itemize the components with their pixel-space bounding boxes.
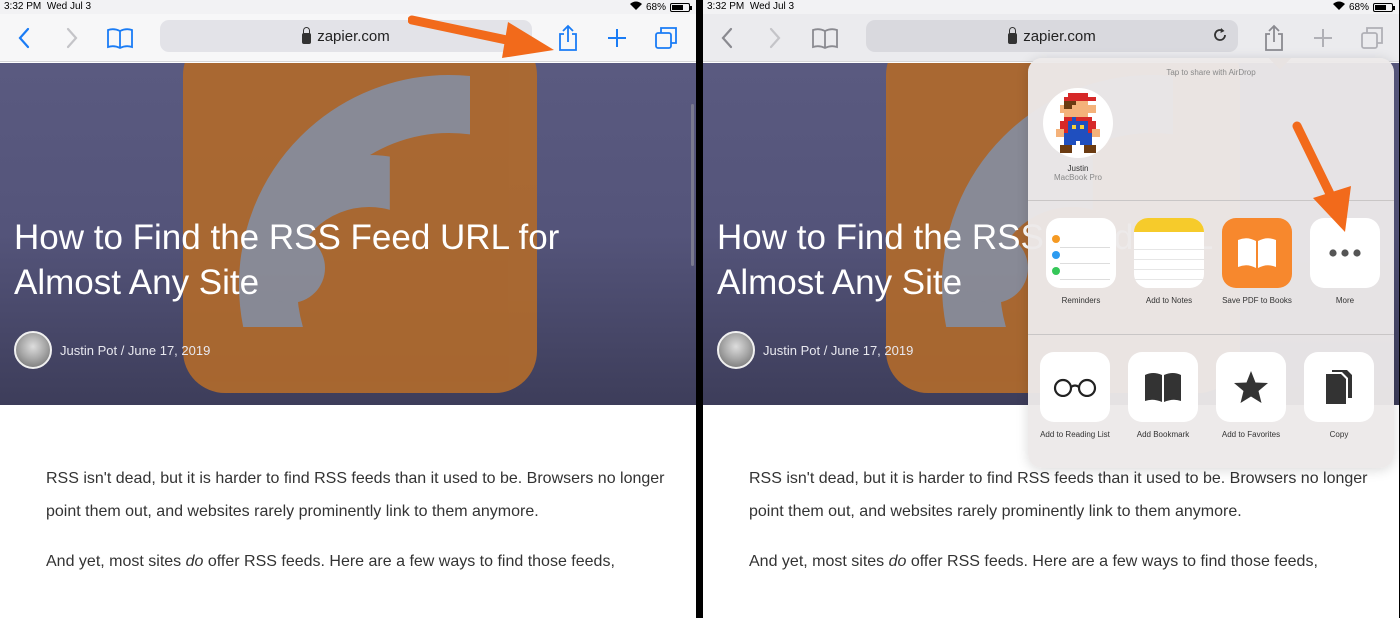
airdrop-hint: Tap to share with AirDrop xyxy=(1166,68,1256,77)
article-body: RSS isn't dead, but it is harder to find… xyxy=(749,462,1379,578)
reminders-icon xyxy=(1046,218,1116,288)
safari-window-right: 3:32 PM Wed Jul 3 68% zapier.com How to … xyxy=(703,0,1399,618)
article-hero: How to Find the RSS Feed URL for Almost … xyxy=(0,63,696,405)
article-title: How to Find the RSS Feed URL for Almost … xyxy=(14,218,560,302)
avatar xyxy=(14,331,52,369)
tabs-icon[interactable] xyxy=(652,24,680,52)
back-icon[interactable] xyxy=(10,24,38,52)
new-tab-icon[interactable] xyxy=(603,24,631,52)
contact-name: Justin xyxy=(1067,164,1089,173)
battery-percent: 68% xyxy=(645,1,666,13)
reload-icon[interactable] xyxy=(1212,27,1228,47)
bookmarks-icon[interactable] xyxy=(106,24,134,52)
browser-toolbar: zapier.com xyxy=(0,14,696,62)
wifi-icon xyxy=(1332,1,1345,13)
paragraph: RSS isn't dead, but it is harder to find… xyxy=(46,470,665,520)
lock-icon xyxy=(1008,26,1018,44)
books-icon xyxy=(1222,218,1292,288)
paragraph: And yet, most sites do offer RSS feeds. … xyxy=(46,553,615,570)
battery-percent: 68% xyxy=(1348,1,1369,13)
contact-device: MacBook Pro xyxy=(1053,173,1103,182)
annotation-arrow xyxy=(408,15,554,58)
scrollbar[interactable] xyxy=(691,104,694,266)
status-time: 3:32 PM Wed Jul 3 xyxy=(4,1,92,12)
share-copy[interactable]: Copy xyxy=(1302,352,1376,440)
contact-avatar xyxy=(1043,88,1113,158)
browser-toolbar: zapier.com xyxy=(703,14,1399,62)
share-notes[interactable]: Add to Notes xyxy=(1132,218,1206,306)
annotation-arrow xyxy=(1292,121,1351,232)
forward-icon[interactable] xyxy=(58,24,86,52)
url-text: zapier.com xyxy=(1023,27,1096,45)
status-time: 3:32 PM Wed Jul 3 xyxy=(707,1,795,12)
share-books[interactable]: Save PDF to Books xyxy=(1220,218,1294,306)
byline: Justin Pot / June 17, 2019 xyxy=(717,331,913,369)
battery-icon xyxy=(670,2,692,12)
safari-window-left: 3:32 PM Wed Jul 3 68% zapier.com How to … xyxy=(0,0,696,618)
share-icon[interactable] xyxy=(554,24,582,52)
byline-text[interactable]: Justin Pot / June 17, 2019 xyxy=(763,343,913,358)
share-add-bookmark[interactable]: Add Bookmark xyxy=(1126,352,1200,440)
byline: Justin Pot / June 17, 2019 xyxy=(14,331,210,369)
share-add-favorites[interactable]: Add to Favorites xyxy=(1214,352,1288,440)
byline-text[interactable]: Justin Pot / June 17, 2019 xyxy=(60,343,210,358)
bookmarks-icon[interactable] xyxy=(811,24,839,52)
share-add-reading-list[interactable]: Add to Reading List xyxy=(1038,352,1112,440)
url-text: zapier.com xyxy=(317,27,390,45)
notes-icon xyxy=(1134,218,1204,288)
wifi-icon xyxy=(629,1,642,13)
copy-icon xyxy=(1304,352,1374,422)
status-bar: 3:32 PM Wed Jul 3 68% xyxy=(703,0,1399,14)
status-bar: 3:32 PM Wed Jul 3 68% xyxy=(0,0,696,14)
glasses-icon xyxy=(1040,352,1110,422)
paragraph: RSS isn't dead, but it is harder to find… xyxy=(749,470,1368,520)
address-bar[interactable]: zapier.com xyxy=(866,20,1238,52)
divider xyxy=(696,0,703,618)
lock-icon xyxy=(302,26,312,44)
new-tab-icon[interactable] xyxy=(1309,24,1337,52)
divider xyxy=(1028,334,1394,335)
star-icon xyxy=(1216,352,1286,422)
share-reminders[interactable]: Reminders xyxy=(1044,218,1118,306)
airdrop-contact[interactable]: Justin MacBook Pro xyxy=(1040,88,1116,182)
battery-icon xyxy=(1373,2,1395,12)
article-body: RSS isn't dead, but it is harder to find… xyxy=(46,462,676,578)
paragraph: And yet, most sites do offer RSS feeds. … xyxy=(749,553,1318,570)
back-icon[interactable] xyxy=(713,24,741,52)
share-icon[interactable] xyxy=(1260,24,1288,52)
book-icon xyxy=(1128,352,1198,422)
avatar xyxy=(717,331,755,369)
forward-icon[interactable] xyxy=(761,24,789,52)
tabs-icon[interactable] xyxy=(1358,24,1386,52)
